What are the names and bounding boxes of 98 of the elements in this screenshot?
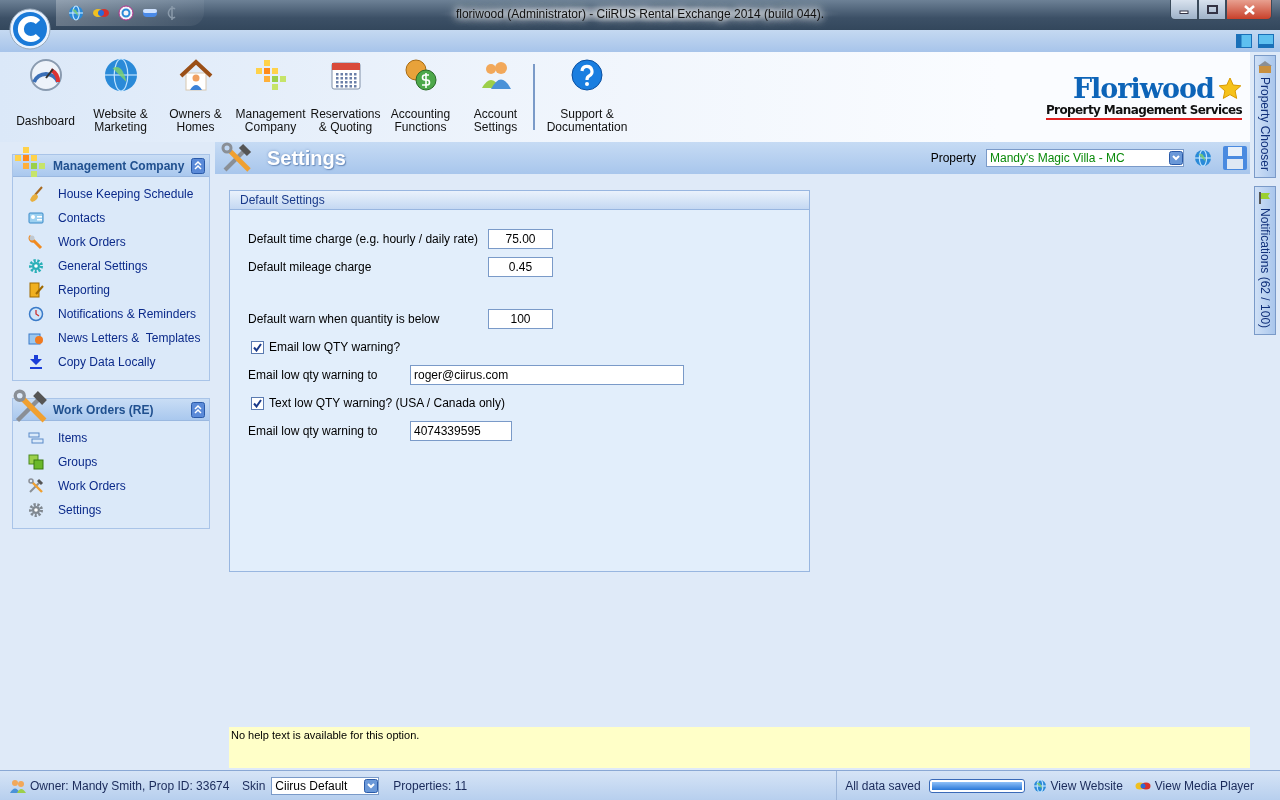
sidebar-item[interactable]: News Letters & Templates [13,326,209,350]
gear-icon [28,502,44,518]
property-label: Property [930,151,976,165]
help-icon [570,58,604,92]
globe-icon [103,58,138,92]
number-field[interactable]: 100 [488,309,553,329]
ribbon-button[interactable]: Reservations & Quoting [308,52,383,142]
help-text: No help text is available for this option. [231,729,420,741]
skin-label: Skin [242,778,266,793]
refresh-globe-icon[interactable] [1194,149,1212,167]
app-logo-icon[interactable] [9,8,51,50]
sidebar-item[interactable]: Items [13,426,209,450]
flag-icon [1258,191,1272,206]
ribbon-button[interactable]: Management Company [233,52,308,142]
collapse-icon[interactable] [191,401,205,418]
sidebar-item[interactable]: Notifications & Reminders [13,302,209,326]
checkbox-label: Email low QTY warning? [269,340,401,354]
panel-left-icon[interactable] [1236,34,1252,48]
ribbon-button[interactable]: Account Settings [458,52,533,142]
squares-icon [28,454,44,470]
field-label: Default mileage charge [248,260,373,274]
phone-field[interactable]: 4074339595 [410,421,512,441]
field-label: Default warn when quantity is below [248,312,441,326]
panel-header[interactable]: Work Orders (RE) [13,399,209,421]
clock-icon [28,306,44,322]
capsule-icon[interactable] [142,8,158,18]
side-tab[interactable]: Property Chooser [1254,55,1276,179]
minimize-button[interactable] [1170,0,1198,20]
house-icon [178,58,213,92]
property-dropdown[interactable]: Mandy's Magic Villa - MC [986,149,1184,167]
number-field[interactable]: 0.45 [488,257,553,277]
status-link[interactable]: View Media Player [1134,778,1254,793]
close-icon [1243,4,1255,15]
gauge-icon [28,58,63,92]
status-link[interactable]: View Website [1032,778,1123,793]
ribbon-button[interactable]: Website & Marketing [83,52,158,142]
ribbon-button[interactable]: Accounting Functions [383,52,458,142]
side-tab[interactable]: Notifications (62 / 100) [1254,186,1276,336]
star-icon [1218,76,1242,101]
pills-icon [1134,780,1151,791]
email-field[interactable]: roger@ciirus.com [410,365,684,385]
sidebar-item[interactable]: General Settings [13,254,209,278]
pills-icon[interactable] [92,7,110,19]
checkbox[interactable] [251,340,264,354]
sidebar-item[interactable]: Work Orders [13,474,209,498]
ribbon-button[interactable]: Support & Documentation [539,52,635,142]
caret-icon[interactable] [364,778,379,793]
number-field[interactable]: 75.00 [488,229,553,249]
panel-header[interactable]: Management Company [13,155,209,177]
squares-icon [253,58,288,92]
gear-icon [28,258,44,274]
collapse-icon[interactable] [191,157,205,174]
brand-name: Floriwood [1072,74,1214,103]
sidebar-item[interactable]: Contacts [13,206,209,230]
sidebar-item[interactable]: Work Orders [13,230,209,254]
sidebar-item[interactable]: Reporting [13,278,209,302]
save-status: All data saved [845,778,921,793]
skin-dropdown[interactable]: Ciirus Default [271,776,380,795]
sidebar-item[interactable]: Settings [13,498,209,522]
field-label: Email low qty warning to [248,424,379,438]
house-box-icon [1258,60,1272,74]
tools-icon [221,142,253,174]
maximize-icon [1206,5,1218,14]
field-label: Default time charge (e.g. hourly / daily rate) [248,232,480,246]
globe-icon [1032,778,1047,793]
download-icon [28,354,44,370]
properties-count: Properties: 11 [393,778,468,793]
checkbox[interactable] [251,396,264,410]
wrench-icon [28,234,44,250]
save-icon[interactable] [1222,145,1248,171]
tools-icon [13,389,49,425]
checkbox-label: Text low QTY warning? (USA / Canada only) [269,396,505,410]
ribbon-button[interactable]: Owners & Homes [158,52,233,142]
brand-tagline: Property Management Services [1045,102,1242,120]
contact-card-icon [28,210,44,226]
field-label: Email low qty warning to [248,368,379,382]
globe-icon[interactable] [68,5,84,21]
maximize-button[interactable] [1198,0,1226,20]
squares-icon [13,145,47,179]
sidebar-item[interactable]: Groups [13,450,209,474]
letter-icon [28,330,44,346]
people-icon [10,778,26,793]
sidebar-item[interactable]: Copy Data Locally [13,350,209,374]
page-title: Settings [267,146,347,170]
caret-icon[interactable] [1169,151,1183,165]
check-icon [253,398,262,408]
close-button[interactable] [1226,0,1272,20]
panel-bottom-icon[interactable] [1258,34,1274,48]
coins-icon [403,58,438,92]
broom-icon [28,186,44,202]
ribbon-button[interactable]: Dashboard [8,52,83,142]
tools-icon [28,478,44,494]
report-icon [28,282,44,298]
bars-icon [28,430,44,446]
sidebar-item[interactable]: House Keeping Schedule [13,182,209,206]
group-title: Default Settings [240,193,325,207]
owner-text: Owner: Mandy Smith, Prop ID: 33674 [30,778,230,793]
check-icon [253,342,262,352]
